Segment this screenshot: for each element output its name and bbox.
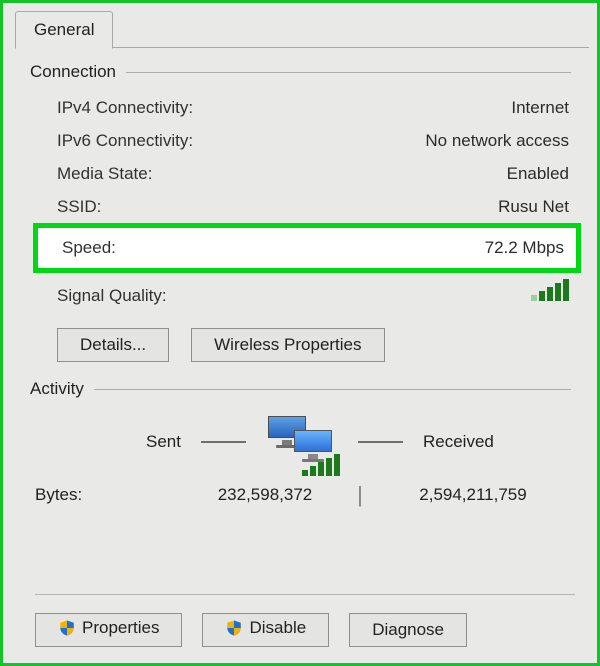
value-bytes-received: 2,594,211,759 bbox=[375, 485, 589, 505]
group-header-activity: Activity bbox=[30, 376, 589, 402]
divider bbox=[201, 441, 246, 443]
tab-general[interactable]: General bbox=[15, 11, 113, 49]
separator: | bbox=[345, 482, 375, 508]
label-sent: Sent bbox=[91, 432, 181, 452]
value-signal bbox=[531, 279, 569, 312]
uac-shield-icon bbox=[58, 619, 76, 637]
value-media: Enabled bbox=[507, 157, 569, 190]
signal-bars-small-icon bbox=[302, 456, 340, 476]
value-bytes-sent: 232,598,372 bbox=[185, 485, 345, 505]
activity-diagram: Sent Received bbox=[15, 414, 589, 470]
tab-content: Connection IPv4 Connectivity: Internet I… bbox=[15, 47, 589, 655]
row-ipv4: IPv4 Connectivity: Internet bbox=[57, 91, 569, 124]
group-connection: Connection IPv4 Connectivity: Internet I… bbox=[15, 59, 589, 362]
label-received: Received bbox=[423, 432, 513, 452]
label-bytes: Bytes: bbox=[35, 485, 185, 505]
value-ipv6: No network access bbox=[425, 124, 569, 157]
signal-bars-icon bbox=[531, 281, 569, 301]
network-status-dialog: General Connection IPv4 Connectivity: In… bbox=[0, 0, 600, 666]
label-speed: Speed: bbox=[62, 230, 116, 266]
label-ipv6: IPv6 Connectivity: bbox=[57, 124, 193, 157]
label-signal: Signal Quality: bbox=[57, 279, 167, 312]
row-bytes: Bytes: 232,598,372 | 2,594,211,759 bbox=[35, 482, 589, 508]
value-ssid: Rusu Net bbox=[498, 190, 569, 223]
diagnose-button[interactable]: Diagnose bbox=[349, 613, 467, 647]
label-ipv4: IPv4 Connectivity: bbox=[57, 91, 193, 124]
row-media-state: Media State: Enabled bbox=[57, 157, 569, 190]
value-ipv4: Internet bbox=[511, 91, 569, 124]
button-label: Properties bbox=[82, 618, 159, 638]
group-activity: Activity Sent Recei bbox=[15, 376, 589, 508]
tab-strip: General bbox=[15, 11, 589, 48]
connection-buttons: Details... Wireless Properties bbox=[57, 328, 589, 362]
button-label: Disable bbox=[249, 618, 306, 638]
details-button[interactable]: Details... bbox=[57, 328, 169, 362]
group-title: Activity bbox=[30, 379, 84, 399]
label-ssid: SSID: bbox=[57, 190, 101, 223]
row-signal-quality: Signal Quality: bbox=[57, 279, 569, 312]
row-ipv6: IPv6 Connectivity: No network access bbox=[57, 124, 569, 157]
wireless-properties-button[interactable]: Wireless Properties bbox=[191, 328, 384, 362]
value-speed: 72.2 Mbps bbox=[485, 230, 564, 266]
connection-rows: IPv4 Connectivity: Internet IPv6 Connect… bbox=[57, 91, 569, 223]
uac-shield-icon bbox=[225, 619, 243, 637]
tab-label: General bbox=[34, 20, 94, 40]
group-header-connection: Connection bbox=[30, 59, 589, 85]
divider bbox=[126, 72, 571, 73]
group-title: Connection bbox=[30, 62, 116, 82]
button-label: Diagnose bbox=[372, 620, 444, 639]
divider bbox=[94, 389, 571, 390]
monitors-icon bbox=[266, 414, 338, 470]
row-speed: Speed: 72.2 Mbps bbox=[62, 230, 564, 266]
disable-button[interactable]: Disable bbox=[202, 613, 329, 647]
bottom-button-bar: Properties Disable bbox=[35, 594, 575, 647]
connection-rows-2: Signal Quality: bbox=[57, 279, 569, 312]
row-ssid: SSID: Rusu Net bbox=[57, 190, 569, 223]
divider bbox=[358, 441, 403, 443]
label-media: Media State: bbox=[57, 157, 152, 190]
highlight-speed: Speed: 72.2 Mbps bbox=[33, 223, 581, 273]
button-label: Wireless Properties bbox=[214, 335, 361, 354]
properties-button[interactable]: Properties bbox=[35, 613, 182, 647]
button-label: Details... bbox=[80, 335, 146, 354]
